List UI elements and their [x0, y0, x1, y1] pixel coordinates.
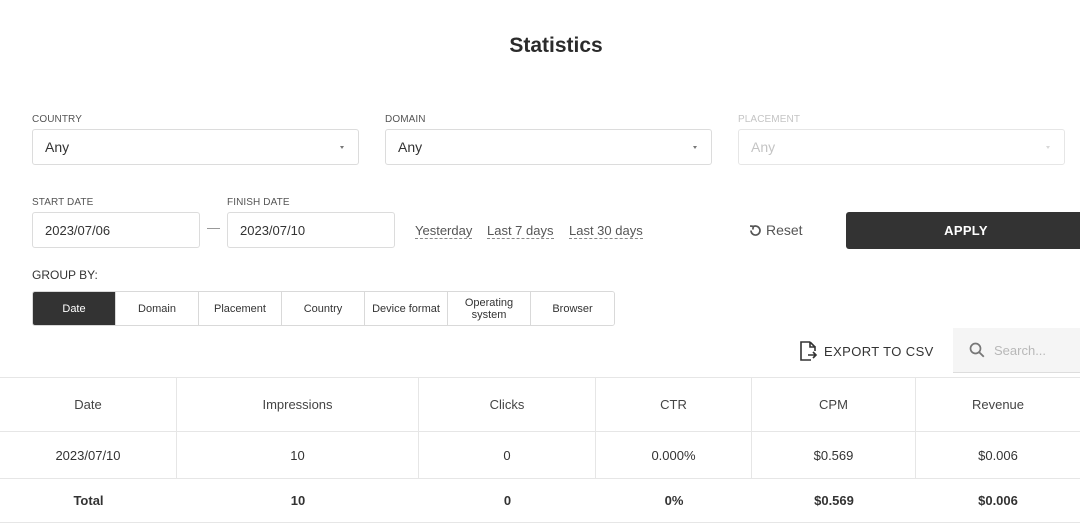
cell-ctr: 0.000%	[596, 432, 752, 478]
column-header-ctr[interactable]: CTR	[596, 378, 752, 431]
group-by-domain[interactable]: Domain	[116, 292, 199, 325]
start-date-input[interactable]: 2023/07/06	[32, 212, 200, 248]
placement-label: PLACEMENT	[738, 114, 801, 125]
search-icon	[969, 342, 985, 358]
cell-impressions: 10	[177, 432, 419, 478]
group-by-country[interactable]: Country	[282, 292, 365, 325]
cell-cpm: $0.569	[752, 432, 916, 478]
chevron-down-icon	[340, 145, 344, 149]
column-header-impressions[interactable]: Impressions	[177, 378, 419, 431]
cell-clicks: 0	[419, 432, 596, 478]
reset-button[interactable]: Reset	[748, 222, 803, 238]
start-date-label: START DATE	[32, 197, 94, 208]
finish-date-label: FINISH DATE	[227, 197, 290, 208]
placement-select-value: Any	[751, 139, 776, 155]
total-revenue: $0.006	[978, 493, 1018, 508]
page-title: Statistics	[509, 34, 603, 57]
column-header-clicks[interactable]: Clicks	[419, 378, 596, 431]
cell-date: 2023/07/10	[0, 432, 177, 478]
table-row: 2023/07/10 10 0 0.000% $0.569 $0.006	[0, 431, 1080, 478]
country-select[interactable]: Any	[32, 129, 359, 165]
quick-range-last-30-days[interactable]: Last 30 days	[569, 223, 643, 239]
chevron-down-icon	[693, 145, 697, 149]
export-file-icon	[800, 341, 818, 361]
search-input[interactable]	[994, 342, 1074, 358]
total-clicks: 0	[503, 493, 512, 508]
chevron-down-icon	[1046, 145, 1050, 149]
date-range-separator	[207, 228, 220, 229]
placement-select: Any	[738, 129, 1065, 165]
column-header-cpm[interactable]: CPM	[752, 378, 916, 431]
group-by-tabs: Date Domain Placement Country Device for…	[32, 291, 615, 326]
total-ctr: 0%	[664, 493, 684, 508]
total-impressions: 10	[290, 493, 306, 508]
export-csv-button[interactable]: EXPORT TO CSV	[799, 341, 934, 361]
table-total-row: Total 10 0 0% $0.569 $0.006	[0, 478, 1080, 523]
country-select-value: Any	[45, 139, 70, 155]
column-header-date[interactable]: Date	[0, 378, 177, 431]
finish-date-input[interactable]: 2023/07/10	[227, 212, 395, 248]
group-by-browser[interactable]: Browser	[531, 292, 614, 325]
quick-range-yesterday[interactable]: Yesterday	[415, 223, 473, 239]
group-by-placement[interactable]: Placement	[199, 292, 282, 325]
domain-label: DOMAIN	[385, 114, 426, 125]
table-header-row: Date Impressions Clicks CTR CPM Revenue	[0, 377, 1080, 431]
domain-select-value: Any	[398, 139, 423, 155]
apply-button[interactable]: APPLY	[846, 212, 1080, 249]
group-by-label: GROUP BY:	[32, 268, 98, 282]
column-header-revenue[interactable]: Revenue	[916, 378, 1080, 431]
domain-select[interactable]: Any	[385, 129, 712, 165]
export-csv-label: EXPORT TO CSV	[824, 343, 934, 359]
statistics-table: Date Impressions Clicks CTR CPM Revenue …	[0, 377, 1080, 523]
total-cpm: $0.569	[814, 493, 854, 508]
group-by-operating-system[interactable]: Operating system	[448, 292, 531, 325]
total-label: Total	[73, 493, 104, 508]
country-label: COUNTRY	[32, 114, 82, 125]
group-by-date[interactable]: Date	[33, 292, 116, 325]
reset-label: Reset	[766, 222, 803, 238]
cell-revenue: $0.006	[978, 447, 1018, 463]
quick-range-last-7-days[interactable]: Last 7 days	[487, 223, 554, 239]
group-by-device-format[interactable]: Device format	[365, 292, 448, 325]
search-box	[953, 328, 1080, 373]
reset-icon	[749, 224, 761, 236]
